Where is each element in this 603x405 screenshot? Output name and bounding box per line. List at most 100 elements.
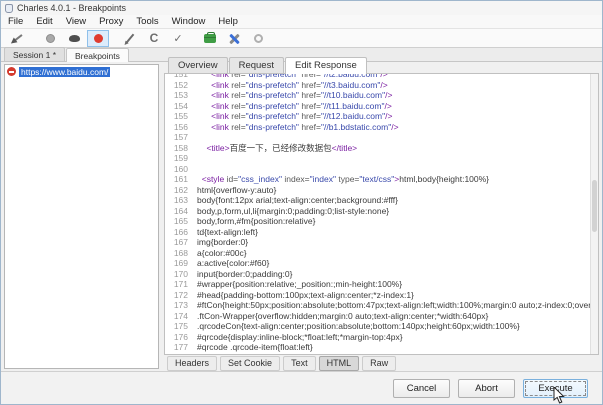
tab-text[interactable]: Text bbox=[283, 355, 316, 371]
code-line[interactable]: 162 html{overflow-y:auto} bbox=[165, 185, 590, 196]
code-line[interactable]: 160 bbox=[165, 164, 590, 175]
record-icon bbox=[45, 33, 55, 43]
line-number: 161 bbox=[173, 174, 188, 184]
line-number: 166 bbox=[173, 226, 188, 237]
code-line[interactable]: 176 #qrcode{display:inline-block;*float:l… bbox=[165, 332, 590, 343]
tab-raw[interactable]: Raw bbox=[362, 355, 397, 371]
toolbar: C ✓ bbox=[1, 29, 602, 48]
compose-pencil-icon bbox=[125, 33, 135, 43]
tools-briefcase-icon bbox=[204, 31, 216, 43]
line-number: 170 bbox=[173, 268, 188, 279]
window-title: Charles 4.0.1 - Breakpoints bbox=[17, 3, 127, 13]
line-number: 173 bbox=[173, 300, 188, 310]
menu-item-view[interactable]: View bbox=[66, 16, 86, 27]
code-text: #ftCon{height:50px;position:absolute;bot… bbox=[197, 300, 590, 310]
code-text: body{font:12px arial;text-align:center;b… bbox=[197, 195, 398, 205]
code-text: <style id="css_index" index="index" type… bbox=[201, 174, 490, 184]
record-button[interactable] bbox=[39, 30, 61, 47]
code-line[interactable]: 172 #head{padding-bottom:100px;text-align… bbox=[165, 290, 590, 301]
menu-item-tools[interactable]: Tools bbox=[136, 16, 158, 27]
menu-item-help[interactable]: Help bbox=[218, 16, 238, 27]
code-line[interactable]: 164 body,p,form,ul,li{margin:0;padding:0;… bbox=[165, 206, 590, 217]
code-line[interactable]: 152 <link rel="dns-prefetch" href="//t3.… bbox=[165, 80, 590, 91]
abort-button[interactable]: Abort bbox=[458, 378, 515, 398]
code-line[interactable]: 168 a{color:#00c} bbox=[165, 248, 590, 259]
code-line[interactable]: 177 #qrcode .qrcode-item{float:left} bbox=[165, 342, 590, 353]
cancel-button[interactable]: Cancel bbox=[393, 378, 450, 398]
code-line[interactable]: 167 img{border:0} bbox=[165, 237, 590, 248]
about-gear-icon bbox=[253, 33, 263, 43]
line-number: 157 bbox=[173, 132, 188, 142]
code-line[interactable]: 171 #wrapper{position:relative;_position:… bbox=[165, 279, 590, 290]
code-text: body,form,#fm{position:relative} bbox=[197, 216, 316, 226]
tab-html[interactable]: HTML bbox=[318, 355, 360, 371]
code-line[interactable]: 153 <link rel="dns-prefetch" href="//t10… bbox=[165, 90, 590, 101]
code-text: a:active{color:#f60} bbox=[197, 258, 270, 268]
menu-bar: File Edit View Proxy Tools Window Help bbox=[1, 15, 602, 29]
tab-edit-response[interactable]: Edit Response bbox=[284, 57, 367, 74]
title-bar: Charles 4.0.1 - Breakpoints bbox=[1, 1, 602, 15]
code-editor[interactable]: 151 <link rel="dns-prefetch" href="//t2.… bbox=[164, 73, 599, 355]
code-line[interactable]: 161 <style id="css_index" index="index" … bbox=[165, 174, 590, 185]
line-number: 171 bbox=[173, 279, 188, 289]
line-number: 164 bbox=[173, 205, 188, 216]
action-bar: Cancel Abort Execute bbox=[1, 371, 602, 404]
code-text: #head{padding-bottom:100px;text-align:ce… bbox=[197, 289, 414, 300]
code-text: #wrapper{position:relative;_position:;mi… bbox=[197, 279, 403, 289]
breakpoint-list-item[interactable]: https://www.baidu.com/ bbox=[5, 65, 158, 78]
throttle-button[interactable] bbox=[63, 30, 85, 47]
line-number: 165 bbox=[173, 216, 188, 226]
code-line[interactable]: 170 input{border:0;padding:0} bbox=[165, 269, 590, 280]
line-number: 167 bbox=[173, 237, 188, 247]
tools-button[interactable] bbox=[199, 30, 221, 47]
code-scrollbar[interactable] bbox=[590, 74, 598, 354]
code-text: body,p,form,ul,li{margin:0;padding:0;lis… bbox=[197, 205, 390, 216]
code-line[interactable]: 157 bbox=[165, 132, 590, 143]
tab-request[interactable]: Request bbox=[228, 57, 284, 73]
line-number: 163 bbox=[173, 195, 188, 205]
code-line[interactable]: 155 <link rel="dns-prefetch" href="//t12… bbox=[165, 111, 590, 122]
menu-item-edit[interactable]: Edit bbox=[36, 16, 52, 27]
code-text: <link rel="dns-prefetch" href="//t11.bai… bbox=[211, 100, 392, 111]
breakpoints-record-icon bbox=[93, 33, 103, 43]
tab-set-cookie[interactable]: Set Cookie bbox=[220, 355, 281, 371]
clear-session-button[interactable] bbox=[7, 30, 29, 47]
scrollbar-thumb[interactable] bbox=[592, 180, 597, 233]
about-button[interactable] bbox=[247, 30, 269, 47]
validate-button[interactable]: ✓ bbox=[167, 30, 189, 47]
code-line[interactable]: 163 body{font:12px arial;text-align:cente… bbox=[165, 195, 590, 206]
code-line[interactable]: 165 body,form,#fm{position:relative} bbox=[165, 216, 590, 227]
main-area: https://www.baidu.com/ Overview Request … bbox=[1, 57, 602, 371]
menu-item-file[interactable]: File bbox=[8, 16, 23, 27]
mouse-cursor-icon bbox=[553, 387, 565, 404]
breakpoints-list[interactable]: https://www.baidu.com/ bbox=[4, 64, 159, 369]
code-line[interactable]: 158 <title>百度一下，已经修改数据包</title> bbox=[165, 143, 590, 154]
tab-headers[interactable]: Headers bbox=[167, 355, 218, 371]
code-text: <link rel="dns-prefetch" href="//t12.bai… bbox=[211, 111, 393, 121]
response-pane: Overview Request Edit Response 151 <link… bbox=[164, 56, 599, 371]
menu-item-proxy[interactable]: Proxy bbox=[99, 16, 123, 27]
tab-session-1[interactable]: Session 1 * bbox=[4, 47, 65, 61]
code-line[interactable]: 175 .qrcodeCon{text-align:center;position… bbox=[165, 321, 590, 332]
code-line[interactable]: 156 <link rel="dns-prefetch" href="//b1.… bbox=[165, 122, 590, 133]
line-number: 156 bbox=[173, 121, 188, 132]
tab-breakpoints[interactable]: Breakpoints bbox=[66, 48, 129, 62]
line-number: 153 bbox=[173, 90, 188, 100]
code-line[interactable]: 154 <link rel="dns-prefetch" href="//t11… bbox=[165, 101, 590, 112]
code-text: a{color:#00c} bbox=[197, 247, 247, 258]
repeat-button[interactable]: C bbox=[143, 30, 165, 47]
code-line[interactable]: 174 .ftCon-Wrapper{overflow:hidden;margin… bbox=[165, 311, 590, 322]
menu-item-window[interactable]: Window bbox=[172, 16, 206, 27]
validate-check-icon: ✓ bbox=[173, 32, 183, 45]
code-line[interactable]: 159 bbox=[165, 153, 590, 164]
code-line[interactable]: 173 #ftCon{height:50px;position:absolute;… bbox=[165, 300, 590, 311]
breakpoints-toggle-button[interactable] bbox=[87, 29, 109, 47]
tab-overview[interactable]: Overview bbox=[168, 57, 228, 73]
repeat-icon: C bbox=[149, 31, 159, 45]
compose-button[interactable] bbox=[119, 30, 141, 47]
code-line[interactable]: 169 a:active{color:#f60} bbox=[165, 258, 590, 269]
settings-button[interactable] bbox=[223, 30, 245, 47]
breakpoint-url[interactable]: https://www.baidu.com/ bbox=[19, 66, 111, 77]
code-line[interactable]: 166 td{text-align:left} bbox=[165, 227, 590, 238]
